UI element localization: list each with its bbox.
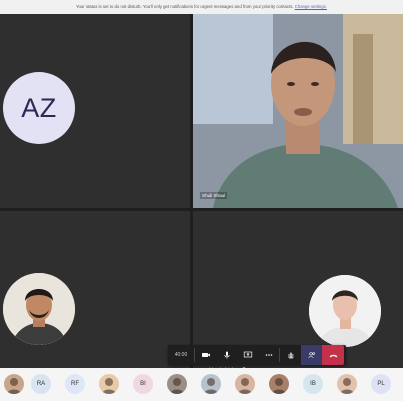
call-toolbar: 40:00	[168, 345, 346, 365]
participant-strip: RA RF BI IB PL	[0, 368, 403, 401]
person-icon	[170, 378, 184, 394]
person-icon	[340, 378, 354, 394]
camera-button[interactable]	[195, 345, 216, 365]
more-icon	[265, 354, 272, 356]
participant-photo-avatar[interactable]	[337, 374, 357, 394]
share-screen-button[interactable]	[237, 345, 258, 365]
participant-photo-avatar[interactable]	[201, 374, 221, 394]
participant-photo-avatar[interactable]	[235, 374, 255, 394]
microphone-icon	[223, 351, 230, 359]
call-timer: 40:00	[174, 352, 188, 358]
profile-photo	[309, 275, 381, 347]
participant-tile-photo-1[interactable]	[0, 211, 190, 368]
participant-initials-avatar[interactable]: IB	[303, 374, 323, 394]
camera-icon	[201, 353, 210, 357]
participants-icon	[308, 352, 315, 359]
participant-photo-avatar[interactable]	[269, 374, 289, 394]
participant-video	[193, 14, 403, 208]
person-icon	[238, 378, 252, 394]
participant-photo-avatar[interactable]	[99, 374, 119, 394]
initials-avatar: AZ	[3, 72, 75, 144]
share-screen-icon	[243, 351, 252, 358]
raise-hand-icon	[288, 352, 293, 359]
raise-hand-button[interactable]	[280, 345, 301, 365]
status-message: Your status is set to do not disturb. Yo…	[76, 4, 294, 9]
person-icon	[7, 378, 21, 394]
more-options-button[interactable]	[258, 345, 279, 365]
participant-initials-avatar[interactable]: RF	[65, 374, 85, 394]
person-icon	[204, 378, 218, 394]
hang-up-icon	[329, 354, 337, 357]
status-banner: Your status is set to do not disturb. Yo…	[0, 0, 403, 14]
change-settings-link[interactable]: Change settings.	[295, 4, 327, 9]
participant-initials-avatar[interactable]: PL	[371, 374, 391, 394]
participant-photo-avatar[interactable]	[4, 374, 24, 394]
person-icon	[102, 378, 116, 394]
participant-tile-az[interactable]: AZ	[0, 14, 190, 208]
profile-photo	[3, 273, 75, 345]
participant-photo-avatar[interactable]	[167, 374, 187, 394]
person-icon	[272, 378, 286, 394]
person-photo-icon	[3, 273, 75, 345]
participant-initials-avatar[interactable]: BI	[133, 374, 153, 394]
hang-up-button[interactable]	[322, 345, 344, 365]
participant-initials-avatar[interactable]: RA	[31, 374, 51, 394]
participants-button[interactable]	[301, 345, 322, 365]
participant-name-tag: Shuli Shaul	[200, 192, 228, 199]
person-photo-icon	[309, 275, 381, 347]
microphone-button[interactable]	[216, 345, 237, 365]
participant-tile-video[interactable]: Shuli Shaul	[193, 14, 403, 208]
video-stage: AZ Shuli Shaul 40:00	[0, 14, 403, 372]
